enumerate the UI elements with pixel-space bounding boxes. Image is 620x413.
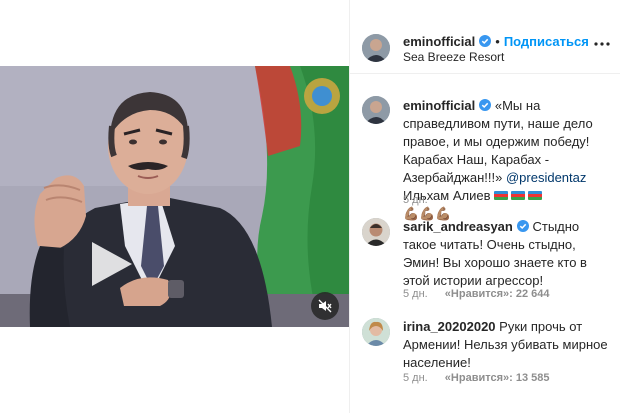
separator-dot: • [495,34,500,49]
verified-badge-icon [479,35,492,47]
author-username[interactable]: eminofficial [403,34,475,49]
mention-link[interactable]: @presidentaz [506,170,586,185]
caption-username[interactable]: eminofficial [403,98,475,113]
comment-meta: 5 дн. «Нравится»: 13 585 [403,372,549,384]
author-avatar[interactable] [362,34,390,62]
play-button[interactable] [82,236,138,292]
comment-likes[interactable]: «Нравится»: 13 585 [445,372,550,384]
comment-item: irina_20202020 Руки прочь от Армении! Не… [403,318,615,372]
follow-button[interactable]: Подписаться [504,34,589,49]
video-frame [0,66,349,327]
panel-divider [349,0,350,413]
post-caption: eminofficial «Мы на справедливом пути, н… [403,97,615,223]
azerbaijan-flag-icon [510,191,525,200]
flag-graphic [255,66,349,327]
comment-item: sarik_andreasyan Стыдно такое читать! Оч… [403,218,615,290]
comment-meta: 5 дн. «Нравится»: 22 644 [403,288,549,300]
mute-icon [318,299,332,313]
comment-time: 5 дн. [403,288,428,300]
mute-button[interactable] [311,292,339,320]
post-location[interactable]: Sea Breeze Resort [403,50,504,64]
comment-username[interactable]: irina_20202020 [403,319,496,334]
post-video[interactable] [0,66,349,327]
comment-avatar[interactable] [362,318,390,346]
comment-username[interactable]: sarik_andreasyan [403,219,513,234]
play-icon [92,242,132,286]
caption-avatar[interactable] [362,96,390,124]
post-header: eminofficial • Подписаться [403,34,589,49]
more-options-icon[interactable] [592,38,612,50]
comment-likes[interactable]: «Нравится»: 22 644 [445,288,550,300]
comment-avatar[interactable] [362,218,390,246]
azerbaijan-flag-icon [493,191,508,200]
caption-time: 5 дн. [403,194,428,206]
verified-badge-icon [516,220,529,232]
header-divider [350,73,620,74]
azerbaijan-flag-icon [527,191,542,200]
verified-badge-icon [479,99,492,111]
comment-time: 5 дн. [403,372,428,384]
